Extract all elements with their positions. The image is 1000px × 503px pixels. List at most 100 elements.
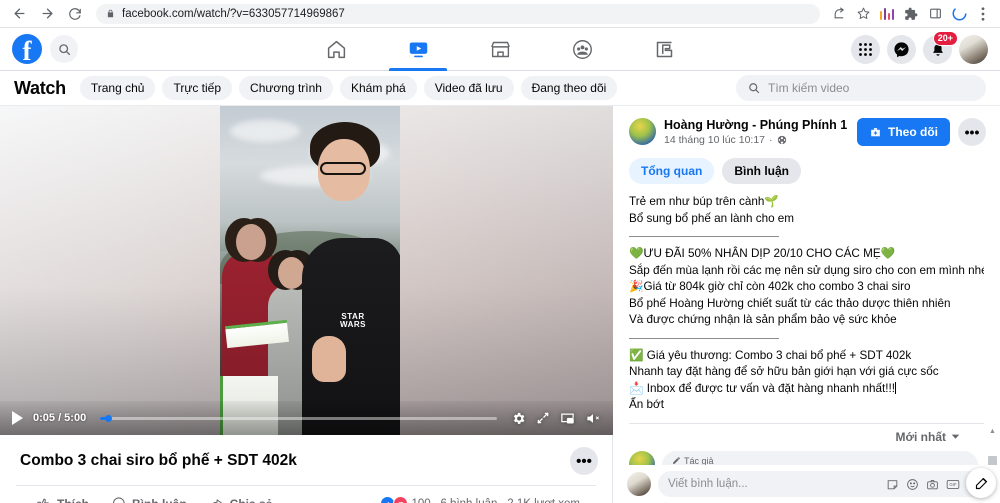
author-badge: Tác giả [672, 456, 968, 466]
video-more-button[interactable]: ••• [570, 447, 598, 475]
kebab-menu-icon[interactable] [972, 3, 994, 25]
comment-placeholder: Viết bình luận... [668, 478, 748, 490]
volume-muted-icon[interactable] [585, 411, 601, 426]
video-player[interactable]: STAR WARS 0:05 / 5:00 [0, 106, 613, 435]
post-line: 📩 Inbox để được tư vấn và đặt hàng nhanh… [629, 381, 984, 398]
watch-tab-live[interactable]: Trực tiếp [162, 76, 233, 100]
post-more-button[interactable]: ••• [958, 118, 986, 146]
meta-separator: · [769, 134, 773, 146]
share-icon[interactable] [828, 3, 850, 25]
grid-menu-icon[interactable] [851, 34, 880, 64]
star-icon[interactable] [852, 3, 874, 25]
post-line: 💚ƯU ĐÃI 50% NHÂN DỊP 20/10 CHO CÁC MẸ💚 [629, 247, 896, 260]
comment-sort-row: Mới nhất [629, 422, 984, 444]
share-button[interactable]: Chia sẻ [209, 496, 272, 503]
post-tabs: Tổng quan Bình luận [613, 146, 1000, 194]
comment-icon [111, 496, 126, 503]
watch-tab-saved[interactable]: Video đã lưu [423, 76, 514, 100]
tab-overview[interactable]: Tổng quan [629, 158, 715, 184]
back-arrow-icon[interactable] [6, 1, 32, 27]
watch-tab-home[interactable]: Trang chủ [79, 76, 156, 100]
facebook-logo[interactable]: f [12, 34, 42, 65]
see-less-button[interactable]: Ẩn bớt [629, 397, 984, 414]
fullscreen-icon[interactable] [536, 411, 550, 425]
puzzle-icon[interactable] [900, 3, 922, 25]
chevron-down-icon [951, 432, 960, 441]
watch-tab-explore[interactable]: Khám phá [339, 76, 417, 100]
page-title: Watch [14, 77, 66, 98]
follow-button[interactable]: Theo dõi [857, 118, 950, 146]
account-avatar[interactable] [959, 34, 988, 64]
header-nav [295, 28, 705, 71]
progress-bar[interactable] [100, 414, 497, 422]
tab-comments[interactable]: Bình luận [722, 158, 801, 184]
video-action-bar: Thích Bình luận Chia sẻ [16, 485, 596, 503]
nav-tab-marketplace[interactable] [459, 28, 541, 71]
post-meta: 14 tháng 10 lúc 10:17 · [664, 134, 847, 146]
sticker-icon[interactable] [886, 478, 899, 491]
gear-icon[interactable] [511, 411, 526, 426]
post-description: Trẻ em như búp trên cành🌱 Bổ sung bổ phế… [613, 194, 1000, 414]
watch-tab-following[interactable]: Đang theo dõi [520, 76, 618, 100]
follow-plus-icon [869, 126, 882, 139]
search-input[interactable]: Tìm kiếm video [736, 75, 986, 101]
video-frame: STAR WARS [220, 106, 400, 435]
share-icon [209, 496, 224, 503]
side-panel-icon[interactable] [924, 3, 946, 25]
forward-arrow-icon[interactable] [34, 1, 60, 27]
nav-tab-groups[interactable] [541, 28, 623, 71]
comment-input[interactable]: Viết bình luận... GIF [658, 471, 990, 497]
watch-tab-shows[interactable]: Chương trình [239, 76, 333, 100]
post-line-text: 📩 Inbox để được tư vấn và đặt hàng nhanh… [629, 381, 895, 395]
time-display: 0:05 / 5:00 [33, 412, 87, 424]
comment-button[interactable]: Bình luận [111, 496, 187, 503]
like-button[interactable]: Thích [36, 496, 89, 503]
player-controls: 0:05 / 5:00 [0, 401, 613, 435]
bell-icon[interactable]: 20+ [923, 30, 958, 64]
facebook-header: f 20+ [0, 28, 1000, 71]
stats-sep: · [500, 498, 504, 503]
compose-pencil-icon[interactable] [966, 468, 996, 498]
sort-label: Mới nhất [895, 429, 946, 444]
page-avatar[interactable] [629, 118, 656, 145]
reaction-count[interactable]: 100 [411, 498, 430, 503]
watch-subnav: Watch Trang chủ Trực tiếp Chương trình K… [0, 71, 1000, 106]
follow-label: Theo dõi [888, 125, 938, 139]
text-caret [894, 381, 896, 394]
scroll-up-arrow-icon[interactable]: ▲ [989, 428, 996, 435]
post-timestamp[interactable]: 14 tháng 10 lúc 10:17 [664, 134, 765, 146]
messenger-icon[interactable] [887, 34, 916, 64]
gif-icon[interactable]: GIF [946, 478, 960, 491]
post-line: Trẻ em như búp trên cành🌱 [629, 195, 779, 208]
nav-tab-home[interactable] [295, 28, 377, 71]
comment-sort-button[interactable]: Mới nhất [895, 430, 960, 444]
nav-tab-watch[interactable] [377, 28, 459, 71]
progress-knob[interactable] [104, 414, 112, 422]
video-column: STAR WARS 0:05 / 5:00 Combo 3 chai siro … [0, 106, 613, 503]
video-stats: 100 · 6 bình luận · 2,1K lượt xem [380, 496, 580, 503]
camera-icon[interactable] [926, 478, 939, 491]
text-divider [629, 337, 779, 339]
address-bar[interactable]: facebook.com/watch/?v=633057714969867 [96, 3, 820, 24]
video-title-row: Combo 3 chai siro bổ phế + SDT 402k ••• [0, 435, 612, 485]
view-count: 2,1K lượt xem [507, 498, 580, 503]
profile-icon[interactable] [948, 3, 970, 25]
text-divider [629, 236, 779, 237]
comment-label: Bình luận [132, 497, 187, 503]
nav-tab-gaming[interactable] [623, 28, 705, 71]
author-badge-label: Tác giả [684, 455, 714, 466]
emoji-icon[interactable] [906, 478, 919, 491]
globe-icon [777, 135, 787, 145]
search-icon[interactable] [50, 35, 78, 63]
post-line: Và được chứng nhận là sản phẩm bảo vệ sứ… [629, 313, 897, 326]
my-avatar[interactable] [627, 472, 651, 496]
picture-in-picture-icon[interactable] [560, 411, 575, 426]
url-text: facebook.com/watch/?v=633057714969867 [122, 7, 345, 20]
reload-icon[interactable] [62, 1, 88, 27]
extension-color-bars-icon[interactable] [876, 3, 898, 25]
svg-text:GIF: GIF [949, 482, 957, 487]
page-name[interactable]: Hoàng Hường - Phúng Phính 1 [664, 118, 847, 132]
play-icon[interactable] [12, 411, 23, 425]
video-thumbs-up-hand [312, 336, 346, 383]
comment-count[interactable]: 6 bình luận [440, 498, 497, 503]
